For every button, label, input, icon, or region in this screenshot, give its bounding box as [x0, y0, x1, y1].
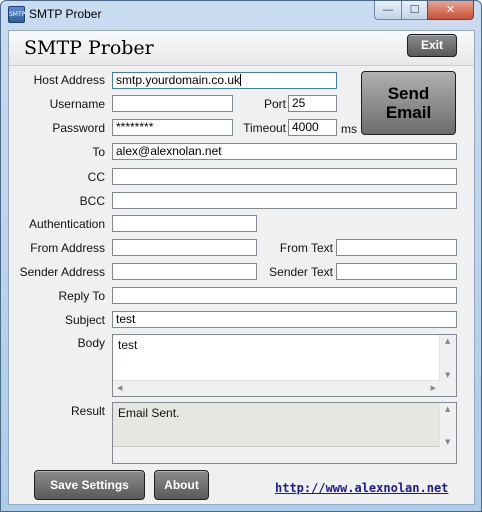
- timeout-unit: ms: [341, 122, 357, 136]
- port-input[interactable]: 25: [288, 95, 337, 112]
- about-button[interactable]: About: [154, 470, 209, 500]
- body-text: test: [118, 338, 138, 352]
- authentication-label: Authentication: [28, 217, 105, 231]
- header-bar: SMTP Prober Exit: [9, 31, 474, 66]
- sender-address-label: Sender Address: [19, 265, 105, 279]
- bcc-input[interactable]: [112, 192, 457, 209]
- website-link[interactable]: http://www.alexnolan.net: [275, 481, 448, 495]
- from-address-input[interactable]: [112, 239, 257, 256]
- username-label: Username: [49, 97, 105, 111]
- send-email-button[interactable]: Send Email: [361, 71, 456, 135]
- to-input[interactable]: alex@alexnolan.net: [112, 143, 457, 160]
- cc-label: CC: [87, 170, 105, 184]
- port-label: Port: [263, 97, 286, 111]
- text-caret: [240, 74, 242, 86]
- host-address-input[interactable]: smtp.yourdomain.co.uk: [112, 72, 337, 89]
- body-label: Body: [77, 336, 105, 350]
- send-label-line1: Send: [387, 84, 430, 103]
- password-input[interactable]: ********: [112, 119, 233, 136]
- username-input[interactable]: [112, 95, 233, 112]
- subject-label: Subject: [64, 313, 105, 327]
- scroll-left-arrow-icon[interactable]: ◀: [117, 384, 122, 392]
- result-label: Result: [70, 404, 105, 418]
- sender-address-input[interactable]: [112, 263, 257, 280]
- exit-button[interactable]: Exit: [407, 34, 457, 57]
- app-window: SMTP SMTP Prober — ☐ ✕ SMTP Prober Exit …: [0, 0, 482, 512]
- envelope-app-icon: SMTP: [8, 6, 25, 23]
- title-bar[interactable]: SMTP SMTP Prober — ☐ ✕: [1, 1, 481, 25]
- cc-input[interactable]: [112, 168, 457, 185]
- scroll-up-arrow-icon[interactable]: ▲: [445, 337, 450, 345]
- scroll-down-arrow-icon[interactable]: ▼: [445, 438, 450, 446]
- from-text-label: From Text: [279, 241, 333, 255]
- scroll-right-arrow-icon[interactable]: ▶: [431, 384, 436, 392]
- send-label-line2: Email: [385, 103, 432, 122]
- body-textarea[interactable]: test ▲ ▼ ◀ ▶: [112, 334, 457, 397]
- authentication-input[interactable]: [112, 215, 257, 232]
- body-vertical-scrollbar[interactable]: ▲ ▼: [439, 335, 456, 381]
- maximize-button[interactable]: ☐: [401, 1, 428, 20]
- body-horizontal-scrollbar[interactable]: ◀ ▶: [113, 380, 440, 396]
- password-label: Password: [52, 121, 105, 135]
- sender-text-label: Sender Text: [269, 265, 333, 279]
- timeout-label: Timeout: [243, 121, 286, 135]
- scrollbar-corner: [440, 381, 456, 396]
- result-text: Email Sent.: [118, 406, 180, 420]
- result-textarea: Email Sent. ▲ ▼: [112, 402, 457, 464]
- window-title: SMTP Prober: [29, 7, 102, 21]
- scroll-up-arrow-icon[interactable]: ▲: [445, 405, 450, 413]
- reply-to-label: Reply To: [58, 289, 105, 303]
- scroll-down-arrow-icon[interactable]: ▼: [445, 371, 450, 379]
- from-text-input[interactable]: [336, 239, 457, 256]
- bcc-label: BCC: [79, 194, 105, 208]
- to-label: To: [92, 145, 105, 159]
- timeout-input[interactable]: 4000: [288, 119, 337, 136]
- page-title: SMTP Prober: [24, 37, 154, 59]
- reply-to-input[interactable]: [112, 287, 457, 304]
- host-address-value: smtp.yourdomain.co.uk: [116, 73, 241, 87]
- close-button[interactable]: ✕: [427, 1, 474, 20]
- subject-input[interactable]: test: [112, 311, 457, 328]
- sender-text-input[interactable]: [336, 263, 457, 280]
- result-vertical-scrollbar[interactable]: ▲ ▼: [439, 403, 456, 448]
- save-settings-button[interactable]: Save Settings: [34, 470, 145, 500]
- main-panel: SMTP Prober Exit Send Email Host Address…: [8, 30, 475, 505]
- from-address-label: From Address: [30, 241, 105, 255]
- minimize-button[interactable]: —: [374, 1, 402, 20]
- host-address-label: Host Address: [33, 73, 105, 87]
